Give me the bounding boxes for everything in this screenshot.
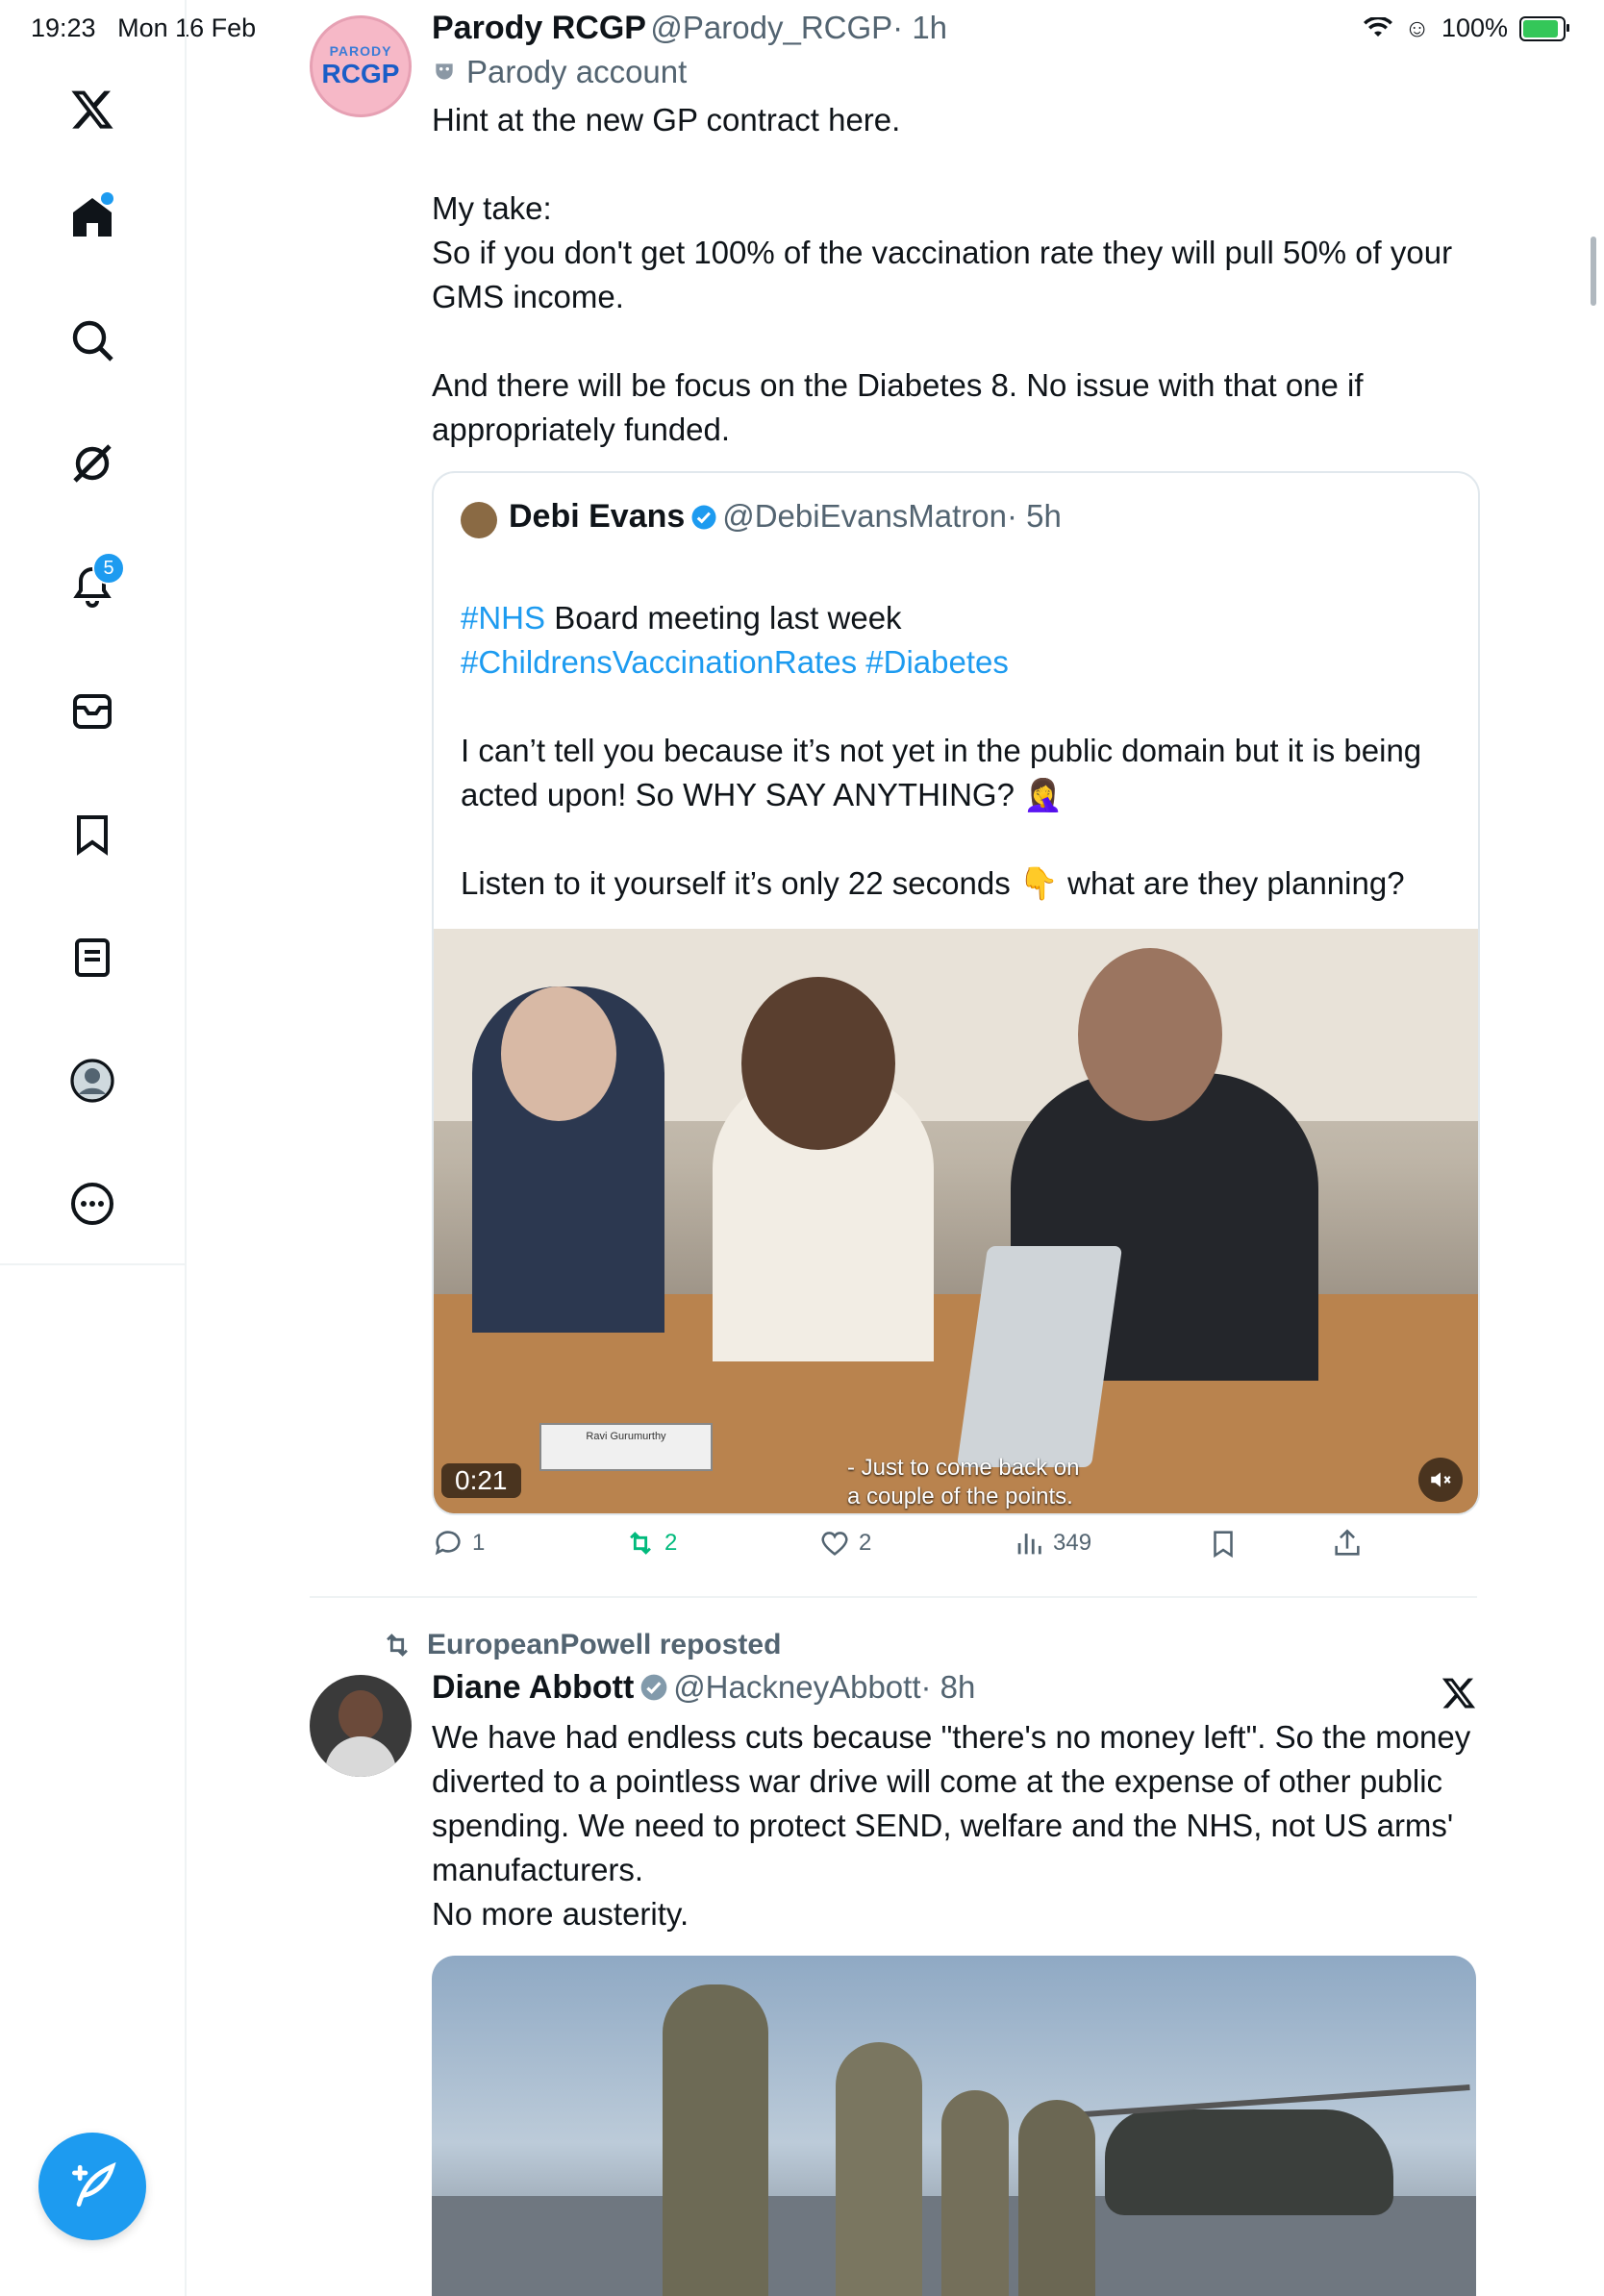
avatar-text-main: RCGP: [321, 59, 400, 88]
reply-count: 1: [472, 1530, 486, 1556]
grok-icon[interactable]: [63, 435, 121, 492]
author-name[interactable]: Parody RCGP: [432, 10, 646, 46]
bell-icon[interactable]: 5: [63, 552, 125, 615]
tweet2-header: Diane Abbott @HackneyAbbott· 8h: [432, 1669, 975, 1707]
repost-count: 2: [664, 1530, 678, 1556]
avatar-text-top: PARODY: [329, 43, 392, 59]
mail-icon[interactable]: [63, 683, 121, 740]
repost-label: EuropeanPowell reposted: [427, 1629, 782, 1660]
compose-button[interactable]: [38, 2133, 146, 2240]
tweet2-image[interactable]: [432, 1956, 1476, 2296]
wifi-icon: [1364, 16, 1393, 37]
parody-label-text: Parody account: [466, 54, 688, 89]
video-head-right: [1078, 948, 1222, 1121]
verified-gray-icon: [640, 1674, 667, 1701]
repost-indicator[interactable]: EuropeanPowell reposted: [381, 1629, 781, 1661]
quote-text: I can’t tell you because it’s not yet in…: [461, 733, 1422, 901]
image-soldier-4: [1018, 2100, 1095, 2296]
tweet1-actions: 1 2 2 349: [432, 1527, 1476, 1575]
tweet-time-2[interactable]: · 8h: [920, 1669, 975, 1705]
tweet-time[interactable]: · 1h: [892, 10, 947, 45]
quote-time: · 5h: [1007, 498, 1062, 534]
image-soldier-1: [663, 1984, 768, 2296]
battery-percent: 100%: [1441, 13, 1508, 42]
verified-icon: [691, 505, 716, 530]
profile-icon[interactable]: [63, 1052, 121, 1110]
views-button[interactable]: 349: [1013, 1527, 1091, 1560]
home-notification-dot: [99, 190, 115, 207]
video-head-left: [501, 986, 616, 1121]
status-icons: ☺ 100%: [1364, 13, 1569, 43]
bookmark-tweet-button[interactable]: [1207, 1527, 1240, 1560]
compose-icon: [72, 2161, 116, 2207]
like-button[interactable]: 2: [818, 1527, 871, 1560]
list-icon[interactable]: [63, 929, 121, 986]
author-name-2[interactable]: Diane Abbott: [432, 1669, 634, 1706]
quote-author-handle: @DebiEvansMatron: [722, 498, 1008, 534]
x-logo-icon[interactable]: [63, 81, 121, 138]
search-icon[interactable]: [63, 312, 121, 369]
parody-mask-icon: [436, 63, 453, 80]
image-soldier-3: [941, 2090, 1009, 2296]
avatar-debi-evans: [461, 502, 497, 538]
tweet1-header: Parody RCGP @Parody_RCGP· 1h: [432, 10, 947, 47]
home-icon[interactable]: [63, 188, 121, 246]
avatar-diane-abbott[interactable]: [310, 1675, 412, 1777]
share-button[interactable]: [1331, 1527, 1364, 1560]
mute-button[interactable]: [1418, 1458, 1463, 1502]
quote-line1: Board meeting last week: [545, 600, 902, 636]
views-count: 349: [1053, 1530, 1092, 1556]
tweet2-body: We have had endless cuts because "there'…: [432, 1719, 1471, 1932]
quote-header: Debi Evans @DebiEvansMatron· 5h: [509, 498, 1062, 536]
quote-tweet[interactable]: Debi Evans @DebiEvansMatron· 5h #NHS Boa…: [432, 471, 1480, 1515]
tweet-separator: [310, 1596, 1477, 1598]
bookmark-icon[interactable]: [63, 806, 121, 863]
video-player[interactable]: Ravi Gurumurthy 0:21 - Just to come back…: [434, 929, 1478, 1513]
parody-label: Parody account: [432, 54, 687, 90]
tweet1-body: Hint at the new GP contract here. My tak…: [432, 102, 1453, 447]
smiley-icon: ☺: [1404, 13, 1430, 42]
repost-icon: [630, 1532, 651, 1555]
like-count: 2: [859, 1530, 872, 1556]
battery-icon: [1519, 15, 1569, 41]
repost-indicator-icon: [387, 1634, 408, 1657]
more-icon[interactable]: [63, 1175, 121, 1233]
bookmark-tweet-icon: [1214, 1531, 1233, 1559]
notification-badge: 5: [92, 552, 125, 585]
reply-button[interactable]: 1: [432, 1527, 485, 1560]
scrollbar[interactable]: [1591, 237, 1596, 306]
heart-icon: [821, 1532, 848, 1556]
quote-body: #NHS Board meeting last week: [461, 552, 1461, 640]
repost-button[interactable]: 2: [624, 1527, 677, 1560]
reply-icon: [435, 1531, 461, 1556]
image-soldier-2: [836, 2042, 922, 2296]
quote-author-name: Debi Evans: [509, 498, 686, 535]
hashtag-nhs[interactable]: #NHS: [461, 600, 545, 636]
quote-hashtags[interactable]: #ChildrensVaccinationRates #Diabetes: [461, 640, 1461, 685]
avatar-parody-rcgp[interactable]: PARODY RCGP: [310, 15, 412, 117]
sidebar-divider: [0, 1263, 185, 1265]
share-icon: [1335, 1529, 1360, 1556]
mute-icon: [1431, 1472, 1451, 1487]
video-caption: - Just to come back on a couple of the p…: [847, 1455, 1080, 1510]
author-handle[interactable]: @Parody_RCGP: [650, 10, 892, 45]
views-icon: [1017, 1534, 1041, 1555]
video-head-center: [741, 977, 895, 1150]
image-helicopter: [1105, 2109, 1393, 2215]
author-handle-2[interactable]: @HackneyAbbott: [673, 1669, 920, 1705]
x-badge-icon: [1441, 1675, 1477, 1716]
video-nameplate: Ravi Gurumurthy: [539, 1423, 713, 1471]
video-duration: 0:21: [441, 1463, 521, 1498]
